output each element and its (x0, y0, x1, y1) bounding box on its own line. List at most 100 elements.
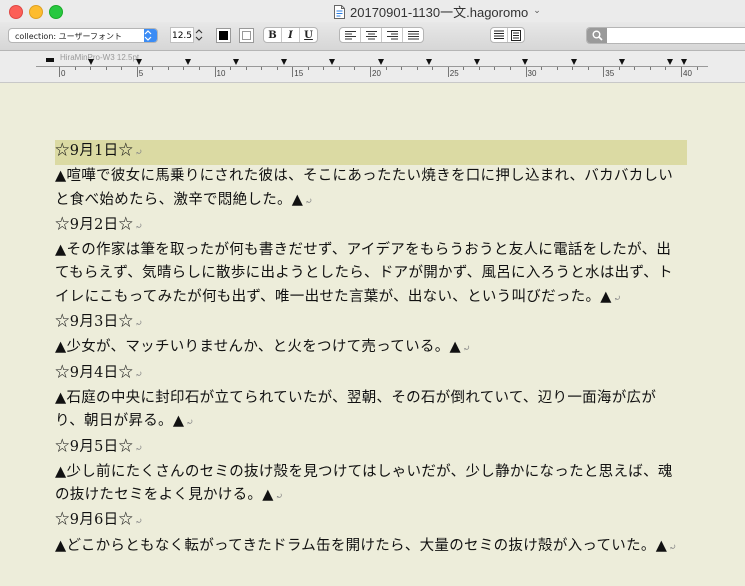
ruler-tick (587, 67, 589, 70)
window-title: 20170901-1130一文.hagoromo (350, 4, 529, 20)
ruler-tick (385, 67, 387, 70)
tab-stop-marker[interactable] (88, 59, 95, 65)
paragraph-mark-icon: ⤾ (462, 344, 471, 355)
ruler-tick (261, 67, 263, 70)
ruler-tick (167, 67, 169, 70)
underline-button[interactable]: U (300, 28, 317, 42)
zoom-window-button[interactable] (49, 5, 63, 19)
ruler-tick (230, 67, 232, 70)
paragraph[interactable]: ▲石庭の中央に封印石が立てられていたが、翌朝、その石が倒れていて、辺り一面海が広… (55, 387, 685, 436)
ruler-tick (292, 67, 294, 77)
alignment-group (339, 27, 424, 43)
ruler[interactable]: HiraMinPro-W3 12.5pt. 0 5 10 15 20 25 30 35 40 (0, 51, 745, 83)
ruler-tick (665, 67, 667, 70)
paragraph-mark-icon: ⤾ (186, 418, 195, 429)
paragraph-text: ▲石庭の中央に封印石が立てられていたが、翌朝、その石が倒れていて、辺り一面海が広… (55, 389, 657, 430)
paragraph-text: ▲少し前にたくさんのセミの抜け殻を見つけてはしゃいだが、少し静かになったと思えば… (55, 463, 673, 504)
ruler-number: 25 (449, 69, 459, 78)
select-arrows-icon (144, 29, 157, 42)
document-area[interactable]: ☆9月1日☆ ⤾ ▲喧嘩で彼女に馬乗りにされた彼は、そこにあったたい焼きを口に押し込… (0, 83, 745, 586)
font-size-field[interactable]: 12.5 (170, 27, 194, 43)
paragraph[interactable]: ☆9月1日☆ ⤾ (55, 140, 687, 166)
title-chevron-icon[interactable]: ⌄ (533, 6, 541, 16)
window-title-area[interactable]: 20170901-1130一文.hagoromo ⌄ (334, 3, 541, 20)
align-justify-button[interactable] (403, 28, 423, 42)
align-center-button[interactable] (361, 28, 382, 42)
font-collection-select[interactable]: collection: ユーザーフォント (8, 28, 158, 43)
tab-stop-marker[interactable] (425, 59, 432, 65)
ruler-tick (245, 67, 247, 70)
minimize-window-button[interactable] (29, 5, 43, 19)
align-center-icon (365, 30, 377, 39)
tab-stop-marker[interactable] (184, 59, 191, 65)
align-left-button[interactable] (340, 28, 361, 42)
ruler-tick (494, 67, 496, 70)
paragraph[interactable]: ☆9月3日☆ ⤾ (55, 311, 685, 336)
paragraph-text: ▲その作家は筆を取ったが何も書きだせず、アイデアをもらうおうと友人に電話をしたが… (55, 242, 673, 305)
paragraph[interactable]: ▲少女が、マッチいりませんか、と火をつけて売っている。▲ ⤾ (55, 336, 685, 361)
ruler-tick (603, 67, 605, 77)
tab-stop-marker[interactable] (329, 59, 336, 65)
ruler-scale[interactable]: 0 5 10 15 20 25 30 35 40 (36, 58, 708, 78)
ruler-number: 5 (138, 69, 144, 78)
ruler-tick (649, 67, 651, 70)
search-field[interactable] (586, 27, 745, 44)
ruler-tick (338, 67, 340, 70)
document-text[interactable]: ☆9月1日☆ ⤾ ▲喧嘩で彼女に馬乗りにされた彼は、そこにあったたい焼きを口に押し込… (55, 140, 687, 560)
paragraph-text: ▲どこからともなく転がってきたドラム缶を開けたら、大量のセミの抜け殻が入っていた… (55, 537, 668, 554)
ruler-tick (121, 67, 123, 70)
tab-stop-marker[interactable] (232, 59, 239, 65)
tab-stop-marker[interactable] (618, 59, 625, 65)
paragraph[interactable]: ▲どこからともなく転がってきたドラム缶を開けたら、大量のセミの抜け殻が入っていた… (55, 535, 685, 560)
paragraph-text: ☆9月3日☆ (55, 314, 134, 331)
align-right-button[interactable] (382, 28, 403, 42)
paragraph-mark-icon: ⤾ (613, 293, 622, 304)
font-size-stepper[interactable] (195, 28, 203, 44)
paragraph[interactable]: ☆9月5日☆ ⤾ (55, 436, 685, 461)
paragraph[interactable]: ☆9月2日☆ ⤾ (55, 214, 685, 239)
tab-stop-marker[interactable] (474, 59, 481, 65)
text-color-well[interactable] (216, 28, 231, 43)
ruler-tick (136, 67, 138, 77)
tab-stop-marker[interactable] (281, 59, 288, 65)
bold-button[interactable]: B (264, 28, 282, 42)
tab-stop-marker[interactable] (136, 59, 143, 65)
first-line-indent-marker[interactable] (46, 58, 54, 62)
ruler-tick (198, 67, 200, 70)
ruler-tick (416, 67, 418, 70)
paragraph[interactable]: ▲喧嘩で彼女に馬乗りにされた彼は、そこにあったたい焼きを口に押し込まれ、バカバカ… (55, 165, 685, 214)
ruler-number: 20 (372, 69, 381, 78)
tab-stop-marker[interactable] (666, 59, 673, 65)
ruler-tick (354, 67, 356, 70)
right-margin-marker[interactable] (681, 59, 687, 65)
paragraph-text: ☆9月1日☆ (55, 143, 134, 159)
close-window-button[interactable] (9, 5, 23, 19)
ruler-tick (618, 67, 620, 70)
ruler-number: 35 (605, 69, 615, 78)
ruler-number: 40 (683, 69, 692, 78)
paragraph[interactable]: ▲その作家は筆を取ったが何も書きだせず、アイデアをもらうおうと友人に電話をしたが… (55, 239, 685, 311)
page-view-button[interactable] (508, 28, 524, 42)
ruler-tick (323, 67, 325, 70)
paragraph-mark-icon: ⤾ (669, 542, 677, 553)
tab-stop-marker[interactable] (570, 59, 577, 65)
ruler-tick (152, 67, 154, 70)
page-view-icon (511, 29, 521, 41)
paragraph-mark-icon: ⤾ (135, 319, 144, 330)
view-mode-group (490, 27, 525, 43)
paragraph[interactable]: ▲少し前にたくさんのセミの抜け殻を見つけてはしゃいだが、少し静かになったと思えば… (55, 461, 685, 510)
italic-button[interactable]: I (282, 28, 300, 42)
align-right-icon (386, 30, 398, 39)
title-bar: 20170901-1130一文.hagoromo ⌄ (0, 0, 745, 23)
tab-stop-marker[interactable] (522, 59, 529, 65)
ruler-number: 10 (216, 69, 226, 78)
paragraph[interactable]: ☆9月4日☆ ⤾ (55, 362, 685, 387)
single-column-view-button[interactable] (491, 28, 508, 42)
background-color-well[interactable] (239, 28, 254, 43)
tab-stop-marker[interactable] (377, 59, 384, 65)
ruler-tick (276, 67, 278, 70)
paragraph[interactable]: ☆9月6日☆ ⤾ (55, 509, 685, 534)
ruler-tick (478, 67, 480, 70)
ruler-tick (509, 67, 511, 70)
ruler-tick (183, 67, 185, 70)
